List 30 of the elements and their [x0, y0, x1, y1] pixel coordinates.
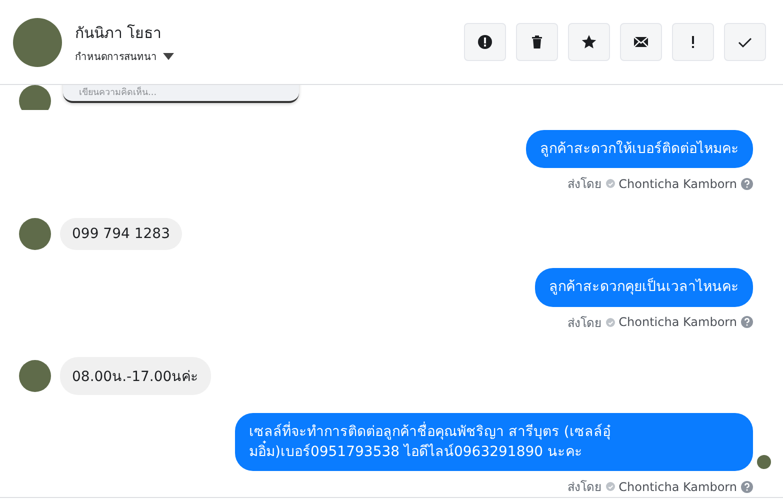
alert-icon — [477, 34, 493, 50]
sent-by-label: ส่งโดย — [568, 314, 602, 332]
incoming-message: 08.00น.-17.00นค่ะ — [60, 356, 211, 395]
star-icon — [581, 34, 597, 50]
help-icon — [741, 480, 753, 493]
sender-name: Chonticha Kamborn — [618, 315, 737, 330]
envelope-icon — [633, 34, 649, 50]
help-icon — [741, 178, 753, 190]
profile-avatar — [13, 18, 62, 66]
conversation-settings-dropdown[interactable]: กำหนดการสนทนา — [75, 48, 464, 64]
sent-by-label: ส่งโดย — [568, 479, 602, 496]
sender-name: Chonticha Kamborn — [618, 480, 737, 494]
delete-button[interactable] — [516, 23, 558, 61]
trash-icon — [529, 34, 545, 50]
check-circle-icon — [606, 179, 615, 188]
check-circle-icon — [606, 318, 615, 327]
outgoing-message: ลูกค้าสะดวกคุยเป็นเวลาไหนคะ — [535, 268, 753, 307]
report-button[interactable] — [464, 23, 506, 61]
sender-name: Chonticha Kamborn — [618, 176, 737, 191]
star-button[interactable] — [568, 23, 610, 61]
contact-name: กันนิภา โยธา — [75, 22, 162, 44]
outgoing-message: ลูกค้าสะดวกให้เบอร์ติดต่อไหมคะ — [526, 130, 753, 168]
incoming-message: 099 794 1283 — [60, 218, 182, 250]
seen-avatar — [757, 455, 771, 470]
help-icon — [741, 316, 753, 328]
check-circle-icon — [606, 482, 615, 492]
mark-unread-button[interactable] — [620, 23, 662, 61]
caret-icon — [163, 52, 174, 60]
outgoing-message: เซลล์ที่จะทำการติดต่อลูกค้าชื่อคุณพัชริญา สารีบุตร (เซลล์อุ๋มอิ๋ม)เบอร์0951793538 ไอดีไลน์0963291890 นะคะ — [235, 412, 753, 472]
sent-by-label: ส่งโดย — [568, 176, 602, 194]
